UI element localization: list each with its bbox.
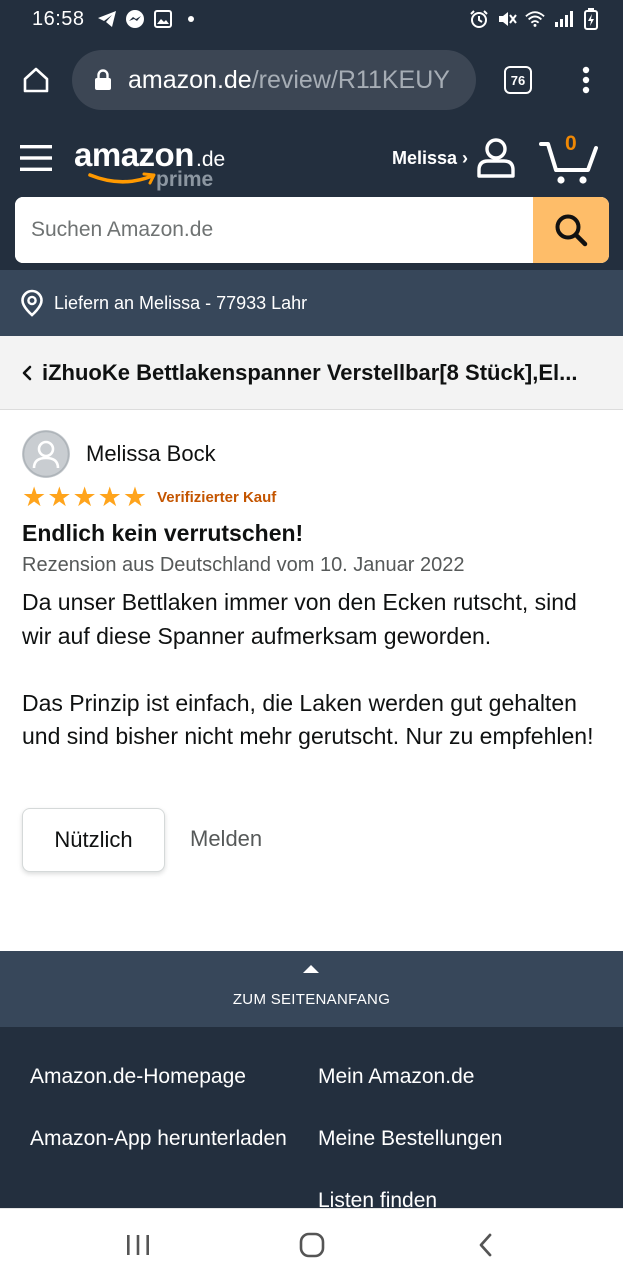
- search-icon: [555, 214, 588, 247]
- back-nav-icon: [479, 1233, 492, 1257]
- logo-prime: prime: [156, 168, 214, 191]
- system-nav-bar: [0, 1208, 623, 1280]
- report-link[interactable]: Melden: [190, 826, 262, 852]
- hamburger-menu-button[interactable]: [0, 122, 72, 194]
- footer-link-my-amazon[interactable]: Mein Amazon.de: [318, 1065, 578, 1089]
- amazon-header: amazon .de prime Melissa › 0: [0, 122, 623, 194]
- status-left-icons: [97, 9, 201, 29]
- gallery-icon: [153, 9, 173, 29]
- browser-toolbar: amazon.de/review/R11KEUY 76: [0, 38, 623, 122]
- deliver-to-bar[interactable]: Liefern an Melissa - 77933 Lahr: [0, 270, 623, 336]
- mute-icon: [497, 9, 517, 29]
- url-host: amazon.de: [128, 65, 252, 94]
- rating-row: ★ ★ ★ ★ ★ Verifizierter Kauf: [22, 482, 276, 512]
- chevron-left-icon: [22, 365, 32, 380]
- avatar: [22, 430, 70, 478]
- url-bar[interactable]: amazon.de/review/R11KEUY: [72, 50, 476, 110]
- back-nav-button[interactable]: [436, 1209, 536, 1280]
- user-icon[interactable]: [474, 136, 518, 180]
- star-icon: ★: [97, 482, 122, 512]
- signal-icon: [553, 9, 573, 29]
- lock-icon: [95, 69, 111, 90]
- footer: Amazon.de-Homepage Amazon-App herunterla…: [0, 1027, 623, 1208]
- helpful-button[interactable]: Nützlich: [22, 808, 165, 872]
- amazon-smile-icon: [88, 172, 156, 185]
- status-right-icons: [469, 8, 601, 30]
- footer-link-homepage[interactable]: Amazon.de-Homepage: [30, 1065, 290, 1089]
- home-icon: [23, 67, 49, 93]
- browser-home-button[interactable]: [0, 38, 72, 122]
- status-time: 16:58: [32, 7, 85, 30]
- footer-link-lists[interactable]: Listen finden: [318, 1189, 578, 1208]
- back-to-top-button[interactable]: ZUM SEITENANFANG: [0, 951, 623, 1027]
- deliver-to-text: Liefern an Melissa - 77933 Lahr: [54, 292, 308, 313]
- dot-icon: [181, 9, 201, 29]
- home-nav-icon: [299, 1232, 325, 1258]
- star-icon: ★: [47, 482, 72, 512]
- cart-count: 0: [565, 132, 577, 155]
- review-title: Endlich kein verrutschen!: [22, 520, 304, 546]
- alarm-icon: [469, 9, 489, 29]
- recent-apps-icon: [127, 1235, 149, 1255]
- tab-switcher-button[interactable]: 76: [480, 38, 556, 122]
- search-box: [15, 197, 609, 263]
- back-to-top-label: ZUM SEITENANFANG: [232, 991, 391, 1008]
- hamburger-icon: [20, 145, 52, 171]
- account-link[interactable]: Melissa ›: [392, 148, 468, 169]
- search-button[interactable]: [533, 197, 609, 263]
- amazon-logo[interactable]: amazon .de prime: [72, 134, 232, 191]
- cart-button[interactable]: 0: [538, 130, 600, 186]
- tab-count: 76: [504, 66, 532, 94]
- wifi-icon: [525, 9, 545, 29]
- messenger-icon: [125, 9, 145, 29]
- avatar-icon: [22, 430, 70, 478]
- product-title: iZhuoKe Bettlakenspanner Verstellbar[8 S…: [42, 359, 578, 385]
- star-icon: ★: [122, 482, 148, 512]
- browser-menu-button[interactable]: [556, 38, 616, 122]
- recent-apps-button[interactable]: [88, 1209, 188, 1280]
- review-meta: Rezension aus Deutschland vom 10. Januar…: [22, 554, 465, 576]
- search-input[interactable]: [15, 197, 533, 263]
- star-icon: ★: [22, 482, 47, 512]
- product-breadcrumb[interactable]: iZhuoKe Bettlakenspanner Verstellbar[8 S…: [0, 336, 623, 410]
- verified-purchase-badge[interactable]: Verifizierter Kauf: [157, 489, 276, 506]
- review-paragraph: Das Prinzip ist einfach, die Laken werde…: [22, 689, 594, 750]
- battery-icon: [581, 8, 601, 30]
- more-vertical-icon: [582, 66, 590, 94]
- footer-link-orders[interactable]: Meine Bestellungen: [318, 1127, 578, 1151]
- telegram-icon: [97, 9, 117, 29]
- review-paragraph: Da unser Bettlaken immer von den Ecken r…: [22, 589, 577, 649]
- status-bar: 16:58: [0, 0, 623, 38]
- star-icon: ★: [72, 482, 97, 512]
- home-nav-button[interactable]: [262, 1209, 362, 1280]
- url-text: amazon.de/review/R11KEUY: [128, 66, 450, 95]
- star-rating: ★ ★ ★ ★ ★: [22, 482, 148, 512]
- reviewer-name: Melissa Bock: [86, 441, 216, 466]
- caret-up-icon: [303, 965, 319, 973]
- footer-column-right: Mein Amazon.de Meine Bestellungen Listen…: [318, 1065, 578, 1208]
- location-pin-icon: [21, 289, 43, 317]
- footer-link-app[interactable]: Amazon-App herunterladen: [30, 1127, 290, 1151]
- review-body: Da unser Bettlaken immer von den Ecken r…: [22, 586, 607, 754]
- search-bar: [0, 194, 623, 270]
- reviewer-profile[interactable]: Melissa Bock: [22, 430, 216, 478]
- footer-column-left: Amazon.de-Homepage Amazon-App herunterla…: [30, 1065, 290, 1189]
- url-path: /review/R11KEUY: [251, 65, 450, 94]
